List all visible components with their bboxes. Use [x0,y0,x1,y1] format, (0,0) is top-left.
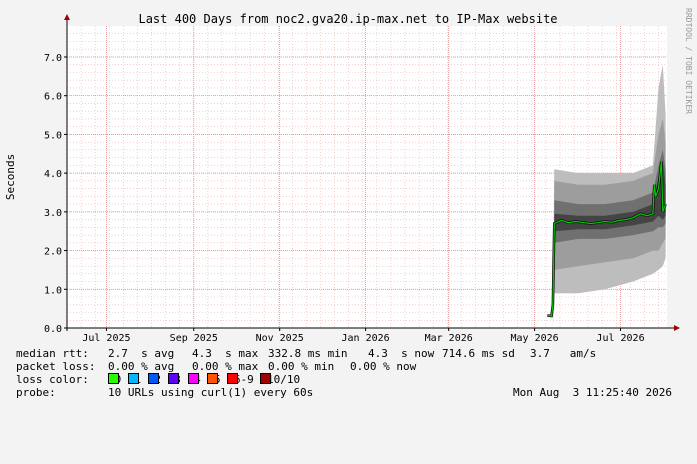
y-tick-label: 6.0 [44,92,62,103]
loss-color-swatch [108,373,119,384]
y-tick-label: 7.0 [44,53,62,64]
loss-color-row: loss color: 0 1 2 3 4 5 6-9 10/10 [16,373,686,386]
x-tick-label: Jul 2025 [82,333,130,344]
rtt-min: 332.8 ms min [268,347,348,360]
stats-panel: median rtt: 2.7 s avg 4.3 s max 332.8 ms… [16,347,686,399]
probe-label: probe: [16,386,56,399]
loss-color-swatch [227,373,239,384]
loss-label: packet loss: [16,360,96,373]
loss-color-swatch [147,373,159,384]
x-axis-arrow [674,325,680,331]
smokeping-graph: { "chart_data": { "type": "area", "title… [0,0,697,410]
y-tick-label: 5.0 [44,130,62,141]
chart-title: Last 400 Days from noc2.gva20.ip-max.net… [138,12,557,26]
rtt-avg: 2.7 s avg [108,347,175,360]
probe-text: 10 URLs using curl(1) every 60s [108,386,314,399]
y-axis-ticks: 0.0 1.0 2.0 3.0 4.0 5.0 6.0 7.0 [44,53,67,335]
x-axis-ticks: Jul 2025 Sep 2025 Nov 2025 Jan 2026 Mar 2026… [82,328,645,344]
loss-color-swatch [187,373,199,384]
y-tick-label: 1.0 [44,285,62,296]
y-tick-label: 4.0 [44,169,62,180]
rtt-max: 4.3 s max [192,347,259,360]
loss-min: 0.00 % min [268,360,335,373]
x-tick-label: May 2026 [511,333,559,344]
x-tick-label: Mar 2026 [425,333,473,344]
loss-color-swatch [207,373,219,384]
loss-color-swatch [127,373,139,384]
y-tick-label: 3.0 [44,208,62,219]
rtt-stats-row: median rtt: 2.7 s avg 4.3 s max 332.8 ms… [16,347,686,360]
x-tick-label: Sep 2025 [170,333,218,344]
y-axis-label: Seconds [4,154,17,200]
y-tick-label: 0.0 [44,324,62,335]
y-axis-arrow [64,14,70,20]
timestamp: Mon Aug 3 11:25:40 2026 [513,386,672,399]
rtt-sd: 714.6 ms sd [442,347,515,360]
x-tick-label: Nov 2025 [256,333,304,344]
probe-row: probe: 10 URLs using curl(1) every 60s M… [16,386,686,399]
x-tick-label: Jan 2026 [342,333,390,344]
loss-color-label: loss color: [16,373,89,386]
loss-color-swatch [260,373,272,384]
rtt-now: 4.3 s now [368,347,435,360]
rrdtool-watermark: RRDTOOL / TOBI OETIKER [684,8,693,114]
rtt-label: median rtt: [16,347,89,360]
loss-now: 0.00 % now [350,360,417,373]
y-tick-label: 2.0 [44,247,62,258]
loss-color-legend: 0 1 2 3 4 5 6-9 10/10 [108,373,300,386]
rtt-am: 3.7 am/s [530,347,597,360]
x-tick-label: Jul 2026 [596,333,644,344]
loss-color-swatch [167,373,179,384]
loss-stats-row: packet loss: 0.00 % avg 0.00 % max 0.00 … [16,360,686,373]
latency-chart: Last 400 Days from noc2.gva20.ip-max.net… [4,8,693,344]
loss-avg: 0.00 % avg [108,360,175,373]
loss-max: 0.00 % max [192,360,259,373]
